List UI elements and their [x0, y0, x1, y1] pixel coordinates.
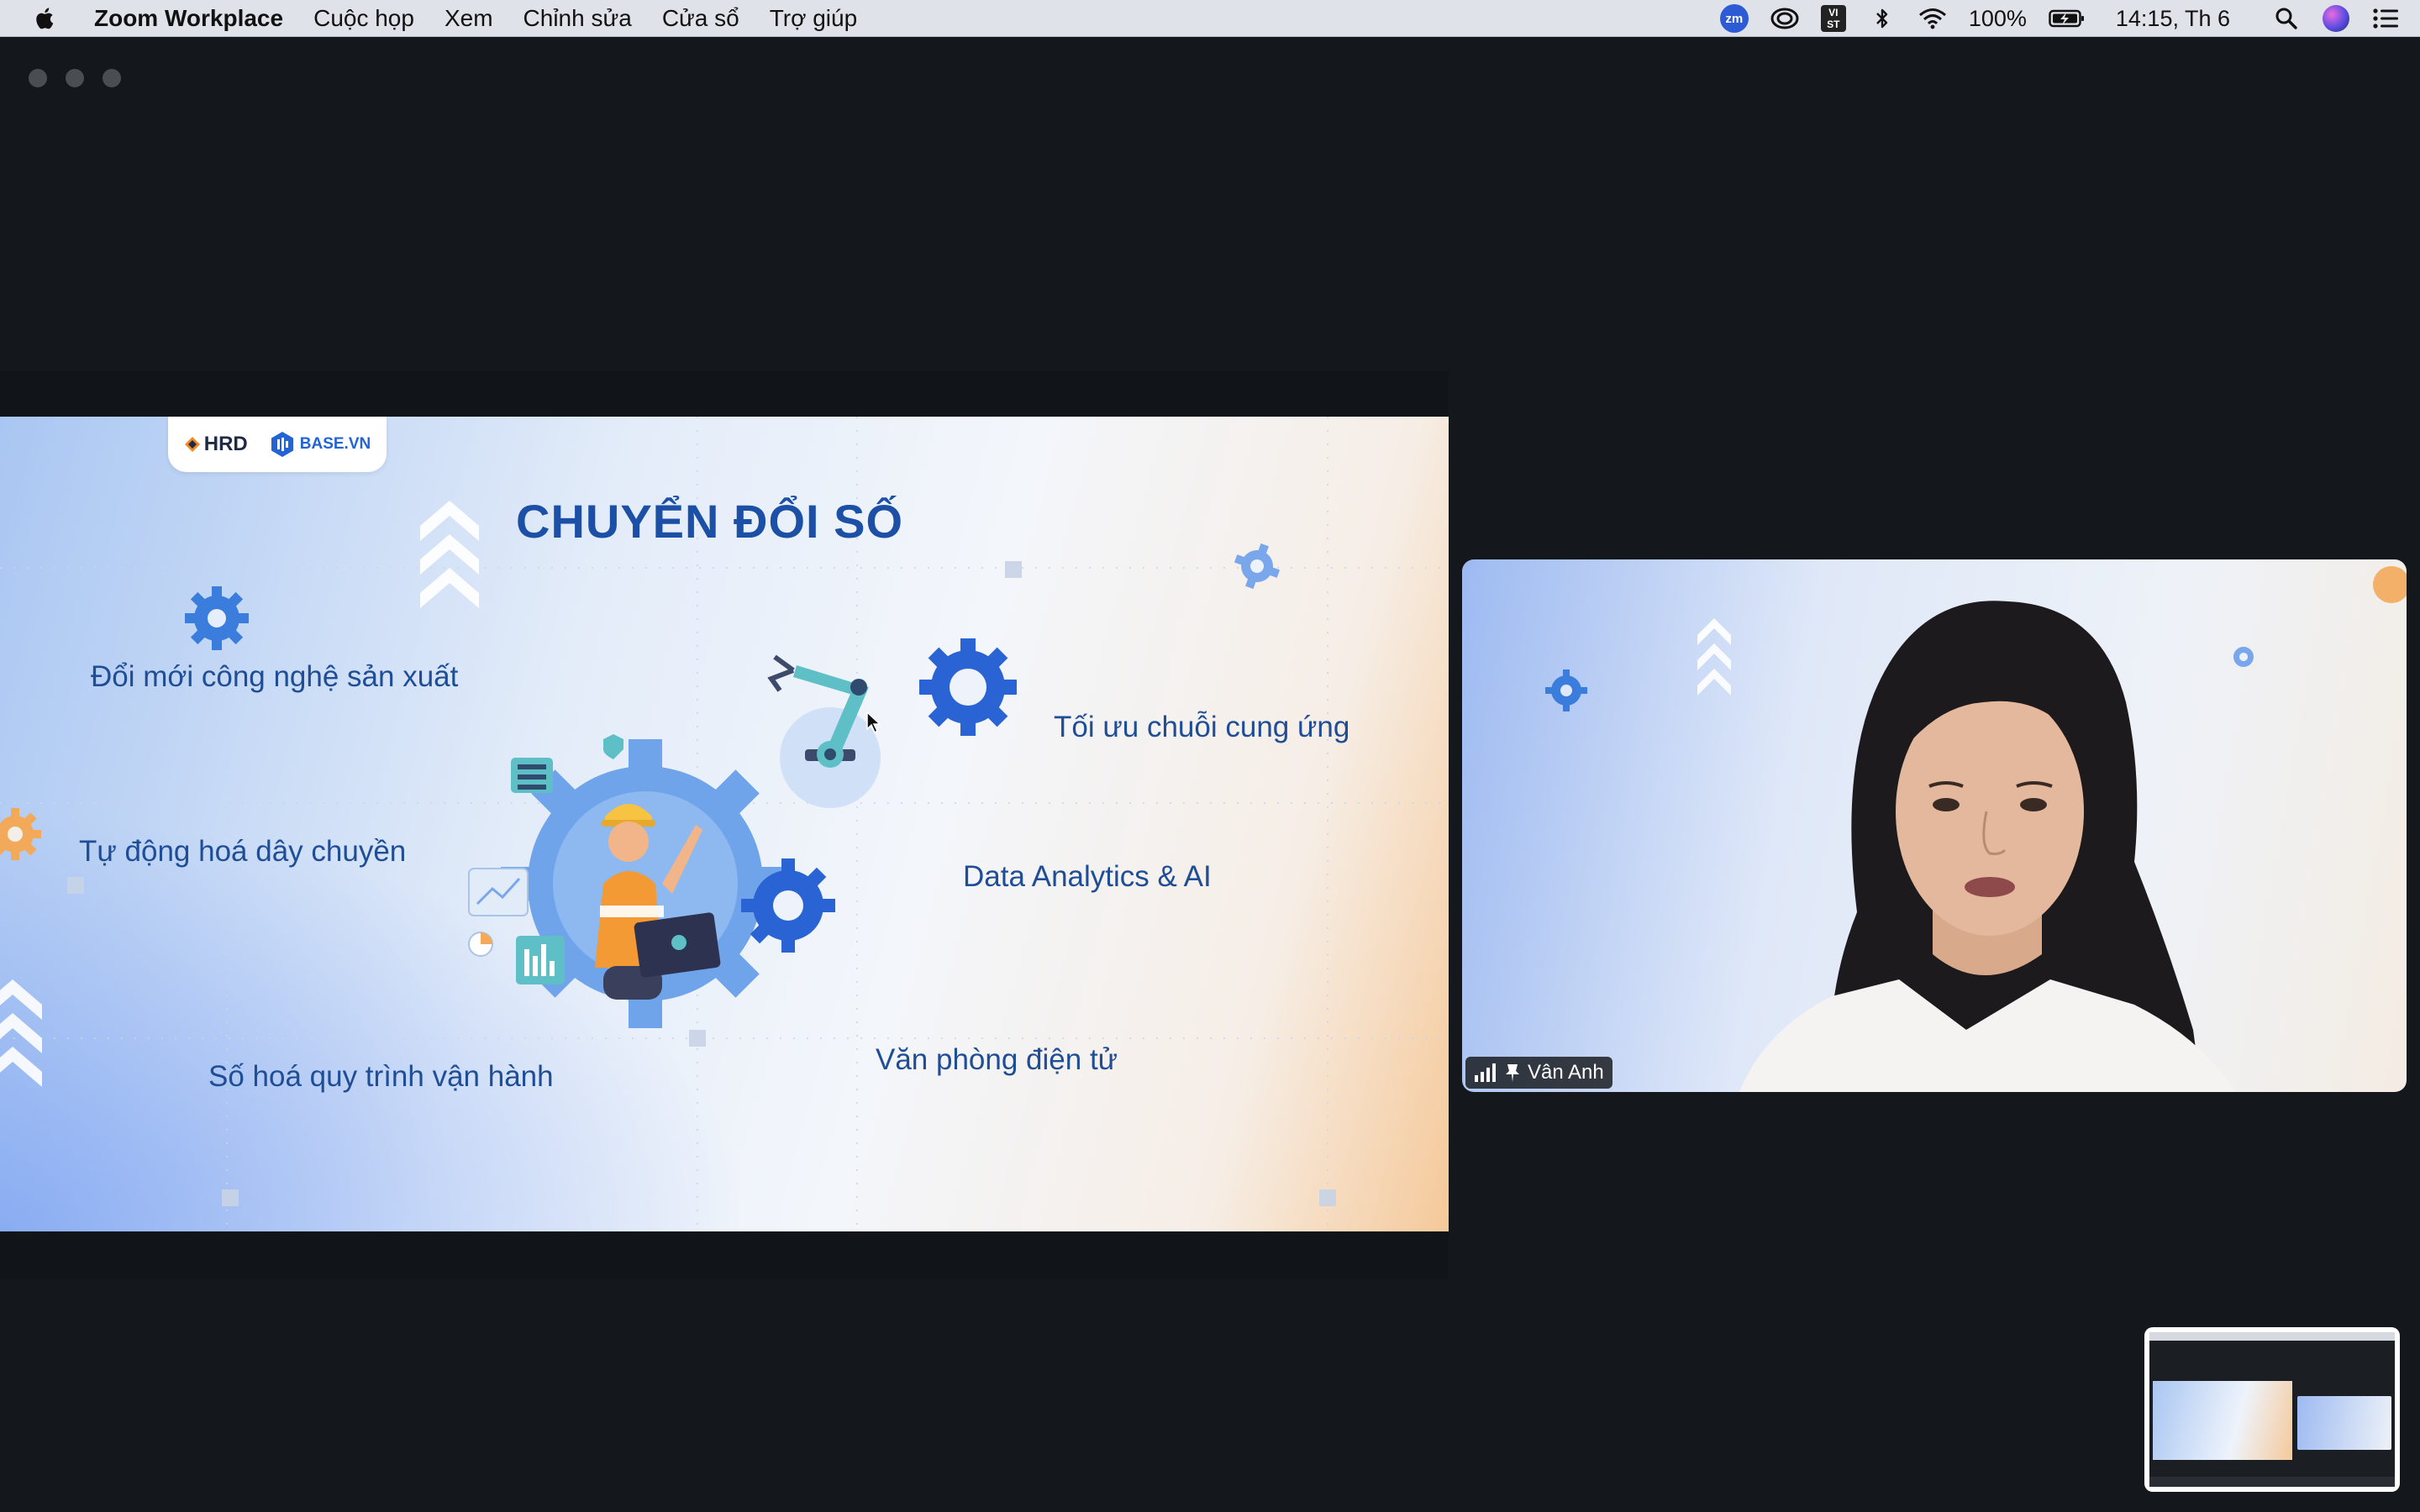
- slide-logo-tab: HRD BASE.VN: [168, 417, 387, 472]
- gear-icon: [1234, 543, 1281, 590]
- label-process-digitization: Số hoá quy trình vận hành: [208, 1060, 554, 1093]
- participant-video-tile[interactable]: Vân Anh: [1462, 559, 2407, 1092]
- base-vn-logo: BASE.VN: [270, 431, 371, 458]
- minimap-video: [2297, 1396, 2391, 1450]
- spotlight-search-icon[interactable]: [2272, 6, 2301, 31]
- minimap-toolbar: [2149, 1477, 2395, 1487]
- creative-cloud-icon[interactable]: [1770, 6, 1799, 31]
- slide-title: CHUYỂN ĐỔI SỐ: [516, 495, 904, 548]
- macos-menu-bar: Zoom Workplace Cuộc họp Xem Chỉnh sửa Cử…: [0, 0, 2420, 37]
- participant-name: Vân Anh: [1528, 1061, 1604, 1084]
- gear-icon: [919, 638, 1017, 736]
- apple-logo-icon[interactable]: [32, 5, 59, 32]
- chevron-up-decoration-icon: [0, 979, 42, 1087]
- label-supply-chain: Tối ưu chuỗi cung ứng: [1054, 711, 1350, 743]
- menu-clock[interactable]: 14:15, Th 6: [2116, 6, 2230, 32]
- window-controls: [29, 69, 121, 87]
- meeting-minimap-thumbnail[interactable]: [2144, 1327, 2400, 1492]
- minimize-window-button[interactable]: [66, 69, 84, 87]
- menu-window[interactable]: Cửa sổ: [647, 0, 755, 37]
- input-method-top: VI: [1828, 7, 1839, 18]
- digital-transformation-illustration: [468, 654, 881, 1028]
- gear-icon: [185, 586, 249, 650]
- gear-icon: [2233, 647, 2254, 667]
- menu-meeting[interactable]: Cuộc họp: [298, 0, 429, 37]
- siri-icon[interactable]: [2323, 5, 2349, 32]
- input-method-icon[interactable]: VI ST: [1820, 5, 1846, 32]
- wifi-icon[interactable]: [1918, 6, 1947, 31]
- base-vn-logo-text: BASE.VN: [299, 435, 371, 453]
- menu-view[interactable]: Xem: [429, 0, 508, 37]
- label-e-office: Văn phòng điện tử: [876, 1043, 1118, 1076]
- mouse-cursor-icon: [866, 711, 881, 734]
- participant-video-feed: [1545, 566, 2407, 1092]
- gear-icon: [0, 808, 41, 860]
- shared-slide[interactable]: HRD BASE.VN CHUYỂN ĐỔI SỐ Đổi mới công n…: [0, 417, 1449, 1231]
- input-method-bottom: ST: [1827, 18, 1840, 30]
- minimap-slide: [2153, 1381, 2292, 1460]
- minimap-menu-bar: [2149, 1332, 2395, 1341]
- signal-strength-icon: [1475, 1063, 1496, 1082]
- pin-icon: [1506, 1064, 1519, 1082]
- control-center-icon[interactable]: [2371, 6, 2400, 31]
- minimap-preview: [2149, 1332, 2395, 1487]
- chevron-up-decoration-icon: [420, 501, 479, 608]
- gear-icon: [1545, 669, 1587, 711]
- label-line-automation: Tự động hoá dây chuyền: [79, 835, 407, 868]
- hrd-logo-text: HRD: [203, 433, 248, 455]
- bluetooth-icon[interactable]: [1868, 6, 1897, 31]
- battery-charging-icon[interactable]: [2049, 6, 2086, 31]
- close-window-button[interactable]: [29, 69, 47, 87]
- hrd-logo: HRD: [184, 433, 248, 456]
- menu-help[interactable]: Trợ giúp: [755, 0, 872, 37]
- base-hexagon-icon: [271, 432, 293, 457]
- label-production-innovation: Đổi mới công nghệ sản xuất: [91, 660, 459, 693]
- battery-percentage: 100%: [1968, 5, 2027, 31]
- label-data-analytics-ai: Data Analytics & AI: [963, 860, 1212, 893]
- fullscreen-window-button[interactable]: [103, 69, 121, 87]
- menu-edit[interactable]: Chỉnh sửa: [508, 0, 647, 37]
- zoom-status-icon[interactable]: zm: [1719, 4, 1749, 33]
- hrd-diamond-icon: [184, 437, 200, 452]
- participant-name-tag: Vân Anh: [1465, 1057, 1612, 1089]
- menu-app-name[interactable]: Zoom Workplace: [84, 0, 298, 37]
